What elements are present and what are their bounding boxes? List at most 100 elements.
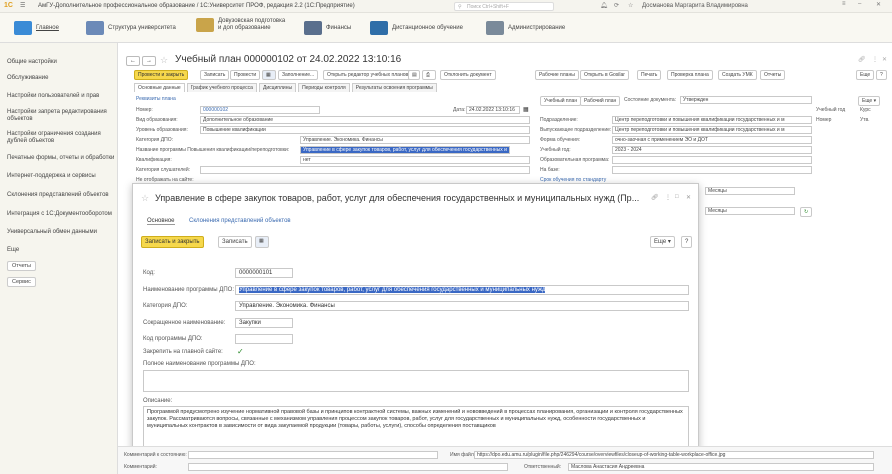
program-field[interactable]: Управление в сфере закупок товаров, рабо… <box>300 146 510 154</box>
tab-disciplines[interactable]: Дисциплины <box>258 83 297 92</box>
write-button[interactable]: Записать <box>200 70 230 80</box>
dialog-help-button[interactable]: ? <box>681 236 693 248</box>
date-field[interactable]: 24.02.2022 13:10:16 <box>466 106 520 114</box>
program-code-field[interactable] <box>235 334 293 344</box>
post-button[interactable]: Провести <box>230 70 261 80</box>
section-main[interactable]: Главное <box>14 21 59 35</box>
open-gosilar-button[interactable]: Открыть в Gosilar <box>580 70 629 80</box>
dialog-star-icon[interactable]: ☆ <box>141 193 149 204</box>
fill-button[interactable]: Заполнение... <box>278 70 319 80</box>
sidebar-item-more[interactable]: Еще <box>7 247 19 254</box>
months-field-2[interactable]: Месяцы <box>705 207 795 215</box>
link-icon[interactable]: 🔗︎ <box>858 56 866 63</box>
structure-icon[interactable]: ▦ <box>255 236 269 248</box>
full-name-field[interactable] <box>143 370 689 392</box>
service-button[interactable]: Сервис <box>7 277 36 287</box>
sidebar-item[interactable]: Интеграция с 1С:Документооборотом <box>7 211 112 218</box>
code-field[interactable]: 0000000101 <box>235 268 293 278</box>
sidebar-item[interactable]: Настройки запрета редактирования объекто… <box>7 109 111 123</box>
comment-field[interactable] <box>188 463 508 471</box>
name-field[interactable]: Управление в сфере закупок товаров, рабо… <box>235 285 689 295</box>
dept-field[interactable]: Центр переподготовки и повышения квалифи… <box>612 116 812 124</box>
struct-icon[interactable]: ▦ <box>262 70 276 80</box>
save-button[interactable]: Записать <box>218 236 252 248</box>
state-field[interactable]: Утвержден <box>680 96 812 104</box>
star-icon[interactable]: ☆ <box>628 2 633 9</box>
responsible-field[interactable]: Маслова Анастасия Андреевна <box>568 463 874 471</box>
settings-icon[interactable]: ≡ <box>842 1 846 7</box>
back-button[interactable]: ← <box>126 56 140 66</box>
file-field[interactable]: https://dpo.edu.amu.ru/plugin/file.php/2… <box>474 451 874 459</box>
year-field[interactable]: 2023 - 2024 <box>612 146 812 154</box>
pin-site-checkbox[interactable]: ✓ <box>237 347 244 356</box>
study-plan-button[interactable]: Учебный план <box>540 96 582 106</box>
dpo-category-field[interactable]: Управление. Экономика. Финансы <box>300 136 530 144</box>
edu-type-field[interactable]: Дополнительное образование <box>200 116 530 124</box>
grad-dept-field[interactable]: Центр переподготовки и повышения квалифи… <box>612 126 812 134</box>
listener-field[interactable] <box>200 166 530 174</box>
calendar-icon[interactable]: ▦ <box>523 106 529 113</box>
reports-button[interactable]: Отчеты <box>7 261 37 271</box>
reject-button[interactable]: Отклонить документ <box>440 70 496 80</box>
post-and-close-button[interactable]: Провести и закрыть <box>134 70 189 80</box>
create-umk-button[interactable]: Создать УМК <box>718 70 757 80</box>
section-structure[interactable]: Структура университета <box>86 21 176 35</box>
work-plans-button[interactable]: Рабочие планы <box>535 70 579 80</box>
check-plan-button[interactable]: Проверка плана <box>667 70 713 80</box>
section-finance[interactable]: Финансы <box>304 21 351 35</box>
forward-button[interactable]: → <box>142 56 156 66</box>
edu-program-field[interactable] <box>612 156 812 164</box>
more-vert-icon[interactable]: ⋮ <box>872 56 878 63</box>
category-field[interactable]: Управление. Экономика. Финансы <box>235 301 689 311</box>
search-input[interactable]: ⚲ Поиск Ctrl+Shift+F <box>454 2 554 11</box>
level-field[interactable]: Повышение квалификации <box>200 126 530 134</box>
reports-dropdown-button[interactable]: Отчеты <box>760 70 786 80</box>
help-button[interactable]: ? <box>876 70 887 80</box>
short-name-field[interactable]: Закупки <box>235 318 293 328</box>
print-button[interactable]: Печать <box>637 70 662 80</box>
sidebar-item[interactable]: Общие настройки <box>7 59 57 66</box>
menu-icon[interactable]: ☰ <box>20 2 25 9</box>
close-icon[interactable]: ✕ <box>876 1 881 8</box>
tab-results[interactable]: Результаты освоения программы <box>351 83 437 92</box>
dialog-maximize-icon[interactable]: □ <box>675 194 679 200</box>
table-icon[interactable]: ▤ <box>408 70 420 80</box>
dialog-more-icon[interactable]: ⋮ <box>665 194 671 201</box>
form-field[interactable]: очно-заочная с применением ЭО и ДОТ <box>612 136 812 144</box>
section-admin[interactable]: Администрирование <box>486 21 565 35</box>
tab-declensions[interactable]: Склонения представлений объектов <box>189 218 291 224</box>
sidebar-item[interactable]: Интернет-поддержка и сервисы <box>7 173 96 180</box>
refresh-button[interactable]: ↻ <box>800 207 813 217</box>
number-field[interactable]: 000000102 <box>200 106 320 114</box>
state-comment-field[interactable] <box>188 451 438 459</box>
more-button[interactable]: Еще <box>856 70 875 80</box>
section-distance[interactable]: Дистанционное обучение <box>370 21 463 35</box>
sidebar-item[interactable]: Склонения представлений объектов <box>7 192 109 199</box>
bell-icon[interactable]: 🔔︎ <box>600 2 608 9</box>
sidebar-item[interactable]: Обслуживание <box>7 75 48 82</box>
sidebar-item[interactable]: Универсальный обмен данными <box>7 229 97 236</box>
tab-basic[interactable]: Основное <box>147 218 175 225</box>
tab-control[interactable]: Периоды контроля <box>298 83 350 92</box>
print-icon[interactable]: ⎙ <box>422 70 436 80</box>
tab-main[interactable]: Основные данные <box>134 83 185 92</box>
save-close-button[interactable]: Записать и закрыть <box>141 236 204 248</box>
base-field[interactable] <box>612 166 812 174</box>
open-editor-button[interactable]: Открыть редактор учебных планов <box>323 70 413 80</box>
months-field-1[interactable]: Месяцы <box>705 187 795 195</box>
right-more-button[interactable]: Еще ▾ <box>858 96 881 106</box>
group-header[interactable]: Реквизиты плана <box>136 96 176 102</box>
dialog-link-icon[interactable]: 🔗︎ <box>651 194 659 201</box>
sidebar-item[interactable]: Печатные формы, отчеты и обработки <box>7 155 114 162</box>
tab-schedule[interactable]: График учебного процесса <box>186 83 257 92</box>
favorite-star-icon[interactable]: ☆ <box>160 55 168 66</box>
history-icon[interactable]: ⟳ <box>614 2 619 9</box>
minimize-icon[interactable]: – <box>858 1 861 7</box>
doc-close-icon[interactable]: ✕ <box>882 56 887 63</box>
dialog-close-icon[interactable]: ✕ <box>686 194 691 201</box>
sidebar-item[interactable]: Настройки ограничения создания дублей об… <box>7 131 111 145</box>
dialog-more-button[interactable]: Еще ▾ <box>650 236 675 248</box>
user-name[interactable]: Досманова Маргарита Владимировна <box>642 3 748 9</box>
work-plan-button[interactable]: Рабочий план <box>580 96 621 106</box>
qual-field[interactable]: нет <box>300 156 530 164</box>
